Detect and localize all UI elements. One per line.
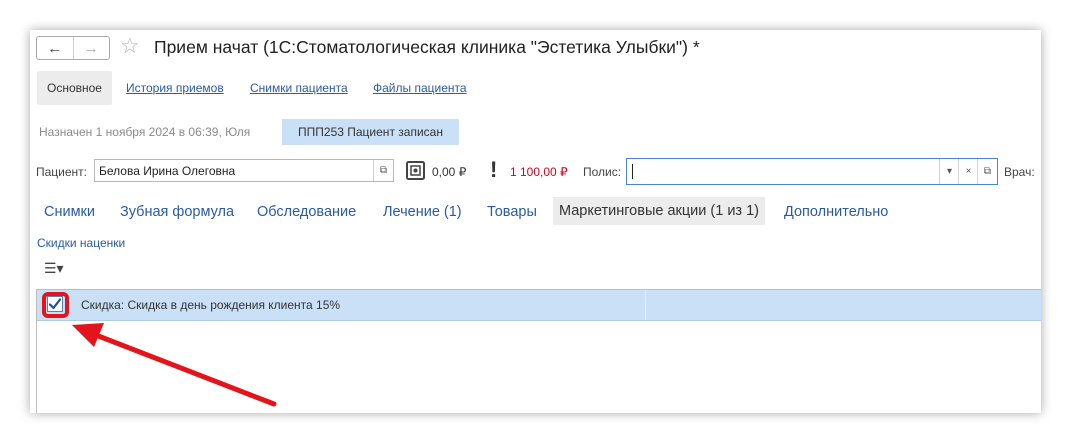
annotation-arrow <box>72 323 277 407</box>
